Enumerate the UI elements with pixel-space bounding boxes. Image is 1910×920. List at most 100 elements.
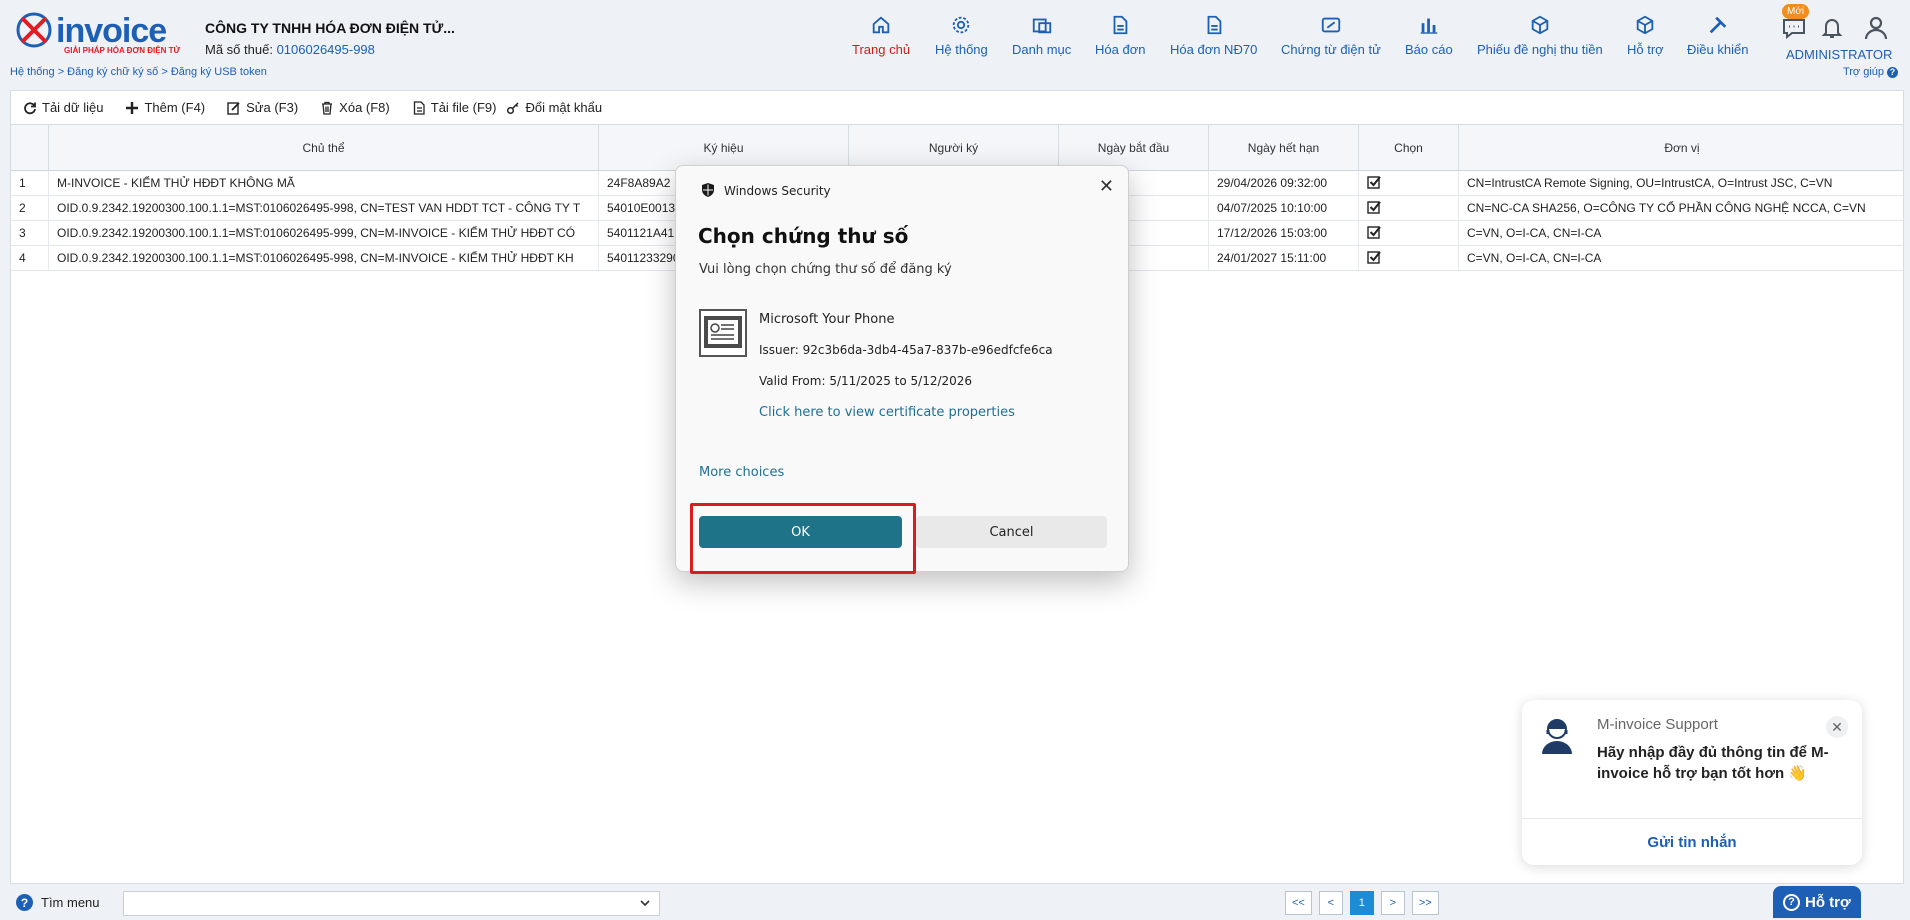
delete-button[interactable]: Xóa (F8) [320, 100, 390, 115]
edit-icon [227, 101, 240, 115]
nav-danh-muc[interactable]: Danh mục [1012, 14, 1071, 64]
reload-button[interactable]: Tải dữ liệu [23, 100, 103, 115]
nav-ho-tro[interactable]: Hỗ trợ [1627, 14, 1664, 64]
nav-label: Báo cáo [1405, 42, 1453, 57]
refresh-icon [24, 101, 36, 114]
nav-label: Phiếu đề nghị thu tiền [1477, 42, 1603, 57]
view-certificate-link[interactable]: Click here to view certificate propertie… [759, 405, 1015, 420]
nav-he-thong[interactable]: Hệ thống [935, 14, 988, 64]
checkbox-checked-icon[interactable] [1367, 175, 1381, 189]
nav-label: Chứng từ điện tử [1281, 42, 1381, 57]
page-prev-button[interactable]: < [1318, 891, 1343, 915]
more-choices-link[interactable]: More choices [699, 465, 784, 480]
user-icon [1864, 16, 1888, 40]
row-select[interactable] [1359, 171, 1459, 196]
ok-button-highlight [690, 503, 916, 574]
row-unit: C=VN, O=I-CA, CN=I-CA [1467, 226, 1602, 240]
row-unit: CN=IntrustCA Remote Signing, OU=IntrustC… [1467, 176, 1833, 190]
help-icon[interactable]: ? [16, 894, 33, 911]
ticket-icon [1321, 17, 1341, 33]
support-agent-name: M-invoice Support [1597, 716, 1718, 733]
tax-value: 0106026495-998 [276, 42, 375, 57]
checkbox-checked-icon[interactable] [1367, 225, 1381, 239]
document-icon [1113, 15, 1128, 35]
checkbox-checked-icon[interactable] [1367, 200, 1381, 214]
tools-icon [1709, 16, 1727, 34]
question-icon: ? [1783, 893, 1800, 911]
delete-label: Xóa (F8) [339, 100, 390, 115]
support-chat-widget: M-invoice Support Hãy nhập đầy đủ thông … [1522, 700, 1862, 865]
row-subject: OID.0.9.2342.19200300.100.1.1=MST:010602… [49, 221, 599, 246]
row-number: 2 [11, 196, 49, 221]
certificate-name[interactable]: Microsoft Your Phone [759, 312, 894, 327]
box-icon [1531, 15, 1549, 35]
add-label: Thêm (F4) [144, 100, 206, 115]
column-header-select[interactable]: Chọn [1359, 125, 1459, 171]
document-icon [1207, 15, 1221, 35]
minvoice-logo[interactable]: invoice GIẢI PHÁP HÓA ĐƠN ĐIỆN TỬ [14, 10, 184, 58]
column-header-end-date[interactable]: Ngày hết hạn [1209, 125, 1359, 171]
cancel-button[interactable]: Cancel [916, 516, 1107, 548]
send-message-button[interactable]: Gửi tin nhắn [1522, 834, 1862, 851]
gear-icon [953, 16, 970, 34]
shield-icon [702, 183, 714, 197]
add-button[interactable]: Thêm (F4) [125, 100, 205, 115]
logo-text: invoice [56, 12, 167, 50]
upload-file-button[interactable]: Tải file (F9) [412, 100, 497, 115]
row-subject: OID.0.9.2342.19200300.100.1.1=MST:010602… [49, 246, 599, 271]
certificate-issuer: Issuer: 92c3b6da-3db4-45a7-837b-e96edfcf… [759, 343, 1053, 357]
nav-dieu-khien[interactable]: Điều khiển [1687, 14, 1748, 64]
certificate-icon[interactable] [699, 309, 747, 357]
page-first-button[interactable]: << [1285, 891, 1312, 915]
toolbar: Tải dữ liệu Thêm (F4) Sửa (F3) Xóa (F8) … [10, 90, 1904, 124]
page-current-button[interactable]: 1 [1349, 891, 1374, 915]
new-badge: Mới [1782, 4, 1810, 19]
notifications-button[interactable] [1818, 14, 1846, 42]
box-icon [1637, 15, 1654, 35]
nav-hoa-don[interactable]: Hóa đơn [1095, 14, 1145, 64]
nav-hoa-don-nd70[interactable]: Hóa đơn NĐ70 [1170, 14, 1257, 64]
nav-chung-tu-dien-tu[interactable]: Chứng từ điện tử [1281, 14, 1381, 64]
nav-label: Điều khiển [1687, 42, 1749, 57]
help-icon: ? [1887, 66, 1898, 78]
row-select[interactable] [1359, 246, 1459, 271]
page-last-button[interactable]: >> [1411, 891, 1439, 915]
row-end-date: 17/12/2026 15:03:00 [1209, 221, 1359, 246]
bell-icon [1821, 19, 1843, 38]
upload-label: Tải file (F9) [430, 100, 497, 115]
bar-chart-icon [1420, 18, 1438, 34]
row-end-date: 29/04/2026 09:32:00 [1209, 171, 1359, 196]
change-password-label: Đổi mật khẩu [525, 100, 603, 115]
row-subject: M-INVOICE - KIỂM THỬ HĐĐT KHÔNG MÃ [49, 171, 599, 196]
nav-bao-cao[interactable]: Báo cáo [1405, 14, 1453, 64]
help-link[interactable]: Trợ giúp ? [1843, 66, 1898, 78]
trash-icon [322, 101, 333, 115]
row-select[interactable] [1359, 196, 1459, 221]
breadcrumb[interactable]: Hệ thống > Đăng ký chữ ký số > Đăng ký U… [10, 66, 267, 78]
bottom-bar: ? Tìm menu << < 1 > >> ? Hỗ trợ [0, 886, 1910, 920]
admin-label[interactable]: ADMINISTRATOR [1786, 47, 1892, 62]
logo-subtitle: GIẢI PHÁP HÓA ĐƠN ĐIỆN TỬ [64, 46, 181, 55]
column-header-unit[interactable]: Đơn vị [1459, 125, 1903, 171]
column-header-subject[interactable]: Chủ thể [49, 125, 599, 171]
row-select[interactable] [1359, 221, 1459, 246]
menu-search-select[interactable] [123, 891, 660, 916]
key-icon [507, 101, 520, 114]
edit-button[interactable]: Sửa (F3) [227, 100, 298, 115]
row-end-date: 04/07/2025 10:10:00 [1209, 196, 1359, 221]
close-icon[interactable]: ✕ [1826, 716, 1848, 738]
page-next-button[interactable]: > [1380, 891, 1405, 915]
nav-label: Hỗ trợ [1627, 42, 1664, 57]
change-password-button[interactable]: Đổi mật khẩu [506, 100, 602, 115]
nav-phieu-de-nghi-thu-tien[interactable]: Phiếu đề nghị thu tiền [1477, 14, 1603, 64]
chevron-down-icon [640, 900, 650, 907]
reload-label: Tải dữ liệu [42, 100, 104, 115]
nav-trang-chu[interactable]: Trang chủ [852, 14, 910, 64]
support-button[interactable]: ? Hỗ trợ [1773, 886, 1861, 918]
row-unit: C=VN, O=I-CA, CN=I-CA [1467, 251, 1602, 265]
close-icon[interactable]: ✕ [1099, 176, 1114, 197]
user-button[interactable] [1862, 14, 1890, 42]
checkbox-checked-icon[interactable] [1367, 250, 1381, 264]
dialog-window-title: Windows Security [724, 184, 831, 198]
nav-label: Hệ thống [935, 42, 988, 57]
